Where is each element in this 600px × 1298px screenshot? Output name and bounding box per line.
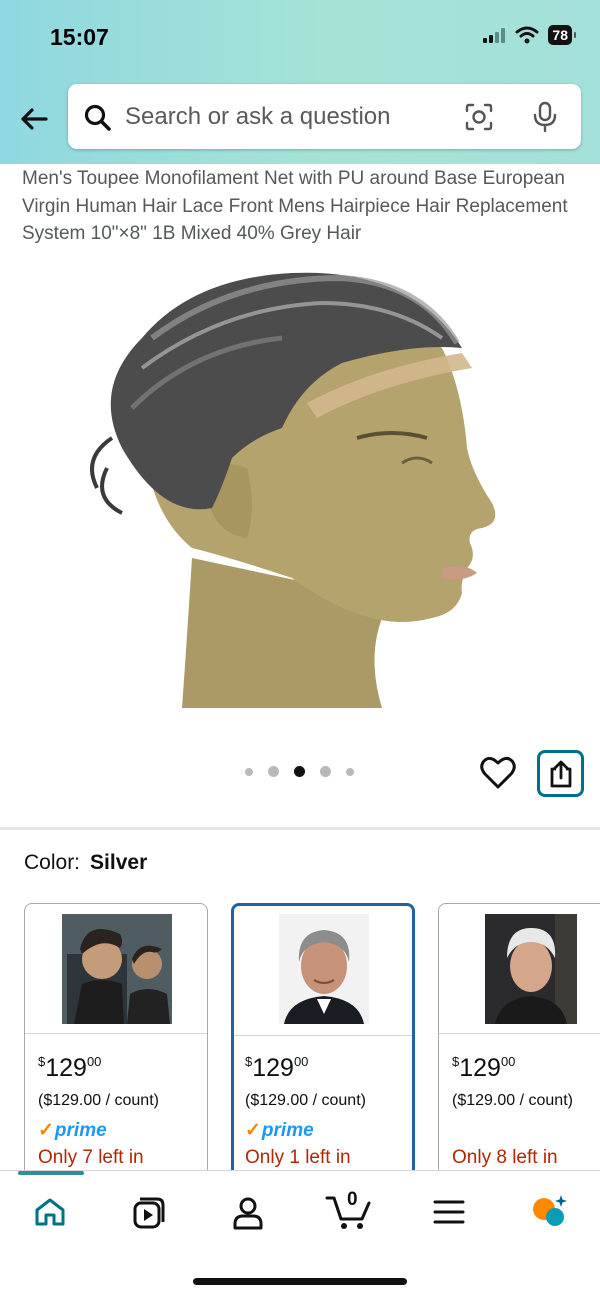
carousel-dot[interactable] [268, 766, 279, 777]
heart-icon[interactable] [480, 756, 516, 790]
prime-badge: ✓prime [245, 1120, 314, 1141]
search-input[interactable] [125, 84, 445, 149]
color-label: Color: [24, 851, 81, 874]
color-swatch[interactable]: $12900 ($129.00 / count) Only 8 left in [438, 903, 600, 1193]
swatch-divider [25, 1033, 207, 1034]
account-icon[interactable] [232, 1196, 264, 1230]
section-divider [0, 827, 600, 830]
prime-badge: ✓prime [38, 1120, 107, 1141]
swatch-price: $12900 [245, 1054, 309, 1082]
image-carousel-dots[interactable] [245, 766, 354, 777]
carousel-dot-active[interactable] [294, 766, 305, 777]
rufus-ai-icon[interactable] [527, 1193, 569, 1229]
color-swatch-selected[interactable]: $12900 ($129.00 / count) ✓prime Only 1 l… [231, 903, 415, 1193]
color-selection-label: Color: Silver [24, 851, 147, 875]
stock-status: Only 7 left in [38, 1147, 144, 1168]
search-icon [84, 104, 111, 131]
carousel-dot[interactable] [346, 767, 354, 776]
swatch-thumbnail [62, 914, 172, 1024]
menu-icon[interactable] [433, 1199, 465, 1225]
cart-count: 0 [347, 1189, 358, 1210]
video-icon[interactable] [132, 1196, 166, 1230]
microphone-icon[interactable] [532, 101, 558, 133]
back-arrow-icon[interactable] [16, 101, 52, 137]
swatch-unit-price: ($129.00 / count) [38, 1092, 159, 1109]
swatch-unit-price: ($129.00 / count) [452, 1092, 573, 1109]
swatch-unit-price: ($129.00 / count) [245, 1092, 366, 1109]
swatch-thumbnail [279, 914, 369, 1024]
color-swatch[interactable]: $12900 ($129.00 / count) ✓prime Only 7 l… [24, 903, 208, 1193]
signal-icon [483, 28, 506, 43]
swatch-price: $12900 [38, 1054, 102, 1082]
swatch-divider [439, 1033, 600, 1034]
cart-icon[interactable]: 0 [325, 1189, 373, 1231]
color-value: Silver [90, 851, 148, 874]
stock-status: Only 8 left in [452, 1147, 558, 1168]
search-bar[interactable] [68, 84, 581, 149]
camera-search-icon[interactable] [464, 102, 494, 132]
top-header: 15:07 78 [0, 0, 600, 164]
carousel-dot[interactable] [245, 767, 253, 776]
swatch-thumbnail [485, 914, 577, 1024]
battery-indicator: 78 [548, 25, 576, 45]
home-icon[interactable] [33, 1196, 67, 1228]
wifi-icon [515, 26, 539, 44]
status-icons: 78 [482, 25, 576, 45]
swatch-divider [234, 1035, 412, 1036]
swatch-price: $12900 [452, 1054, 516, 1082]
product-image[interactable] [82, 258, 522, 708]
share-button[interactable] [537, 750, 584, 797]
stock-status: Only 1 left in [245, 1147, 351, 1168]
share-icon [550, 760, 571, 787]
home-indicator [193, 1278, 407, 1285]
carousel-dot[interactable] [320, 766, 331, 777]
active-tab-indicator [18, 1171, 84, 1175]
product-title[interactable]: Men's Toupee Monofilament Net with PU ar… [22, 165, 582, 248]
status-time: 15:07 [50, 24, 109, 50]
